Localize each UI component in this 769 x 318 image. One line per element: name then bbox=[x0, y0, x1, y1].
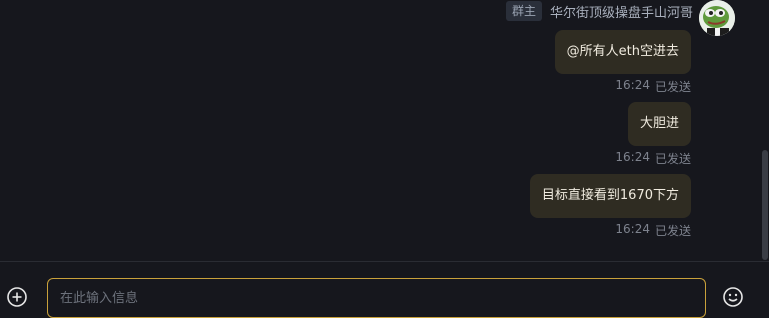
message-time: 16:24 bbox=[615, 150, 650, 164]
sender-row: 群主 华尔街顶级操盘手山河哥 bbox=[505, 0, 693, 22]
message-time: 16:24 bbox=[615, 222, 650, 236]
pepe-avatar-image bbox=[699, 0, 735, 36]
chat-message-area: 群主 华尔街顶级操盘手山河哥 @所有人eth空进去 16:24 已发送 大胆进 … bbox=[0, 0, 769, 262]
message-meta-1: 16:24 已发送 bbox=[615, 78, 691, 95]
message-text: 目标直接看到1670下方 bbox=[541, 188, 679, 203]
message-status: 已发送 bbox=[654, 152, 691, 166]
owner-role-badge: 群主 bbox=[505, 1, 542, 21]
sender-name[interactable]: 华尔街顶级操盘手山河哥 bbox=[550, 2, 693, 21]
message-composer bbox=[0, 262, 769, 318]
message-bubble-3[interactable]: 目标直接看到1670下方 bbox=[529, 174, 691, 218]
message-status: 已发送 bbox=[654, 80, 691, 94]
smiley-icon[interactable] bbox=[722, 286, 744, 308]
message-input[interactable] bbox=[47, 278, 706, 318]
message-bubble-2[interactable]: 大胆进 bbox=[627, 102, 691, 146]
sender-avatar[interactable] bbox=[699, 0, 735, 36]
message-bubble-1[interactable]: @所有人eth空进去 bbox=[554, 30, 691, 74]
message-meta-2: 16:24 已发送 bbox=[615, 150, 691, 167]
message-meta-3: 16:24 已发送 bbox=[615, 222, 691, 239]
chat-scrollbar[interactable] bbox=[762, 150, 768, 260]
message-text: 大胆进 bbox=[639, 116, 679, 131]
message-time: 16:24 bbox=[615, 78, 650, 92]
plus-circle-icon[interactable] bbox=[6, 286, 28, 308]
message-text: @所有人eth空进去 bbox=[566, 44, 679, 59]
message-status: 已发送 bbox=[654, 224, 691, 238]
